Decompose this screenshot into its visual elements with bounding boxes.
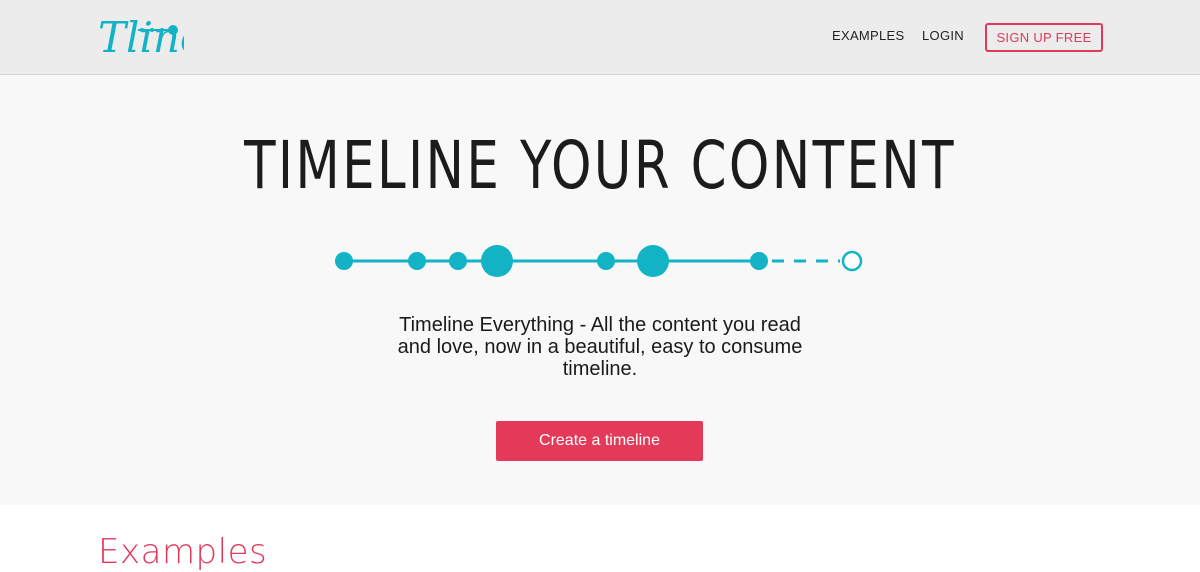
- nav-login-link[interactable]: LOGIN: [922, 28, 964, 43]
- tline-logo[interactable]: Tline: [96, 8, 184, 64]
- hero-title: TIMELINE YOUR CONTENT: [244, 127, 956, 204]
- hero-description: Timeline Everything - All the content yo…: [397, 314, 803, 380]
- hero-section: TIMELINE YOUR CONTENT Timeline Everythin…: [0, 75, 1200, 505]
- signup-button[interactable]: SIGN UP FREE: [985, 23, 1103, 52]
- logo-wordmark: Tline: [98, 13, 184, 62]
- create-timeline-button[interactable]: Create a timeline: [496, 421, 703, 461]
- examples-heading: Examples: [98, 532, 268, 572]
- site-header: Tline EXAMPLES LOGIN SIGN UP FREE: [0, 0, 1200, 75]
- nav-examples-link[interactable]: EXAMPLES: [832, 28, 904, 43]
- timeline-illustration-icon: [335, 245, 863, 277]
